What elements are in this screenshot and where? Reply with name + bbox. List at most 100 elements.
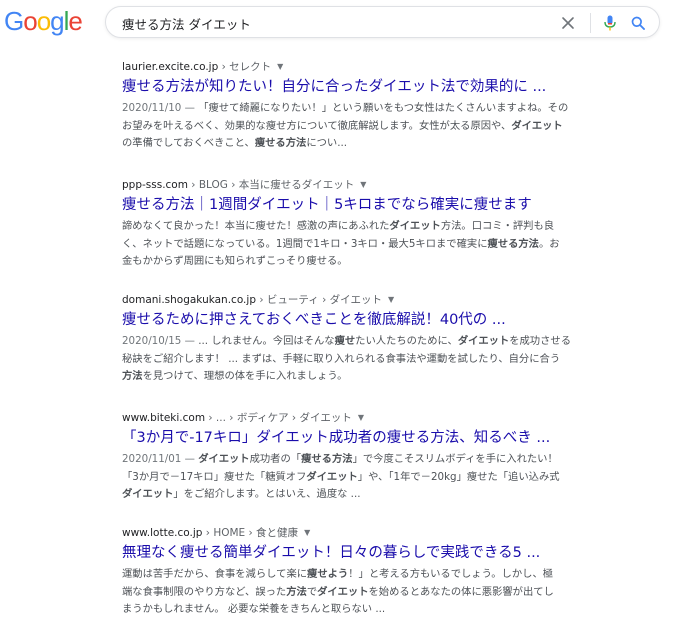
clear-button[interactable] [556,11,580,35]
snippet-text: ... しれません。今回はそんな [198,335,335,347]
snippet-text: たい人たちのために、 [355,335,458,347]
snippet-date: 2020/11/10 — [122,102,199,114]
snippet-highlight: 痩せよう [307,568,349,580]
result-url[interactable]: laurier.excite.co.jp › セレクト ▼ [122,60,602,74]
result-breadcrumb: › ... › ボディケア › ダイエット [205,412,352,424]
result-snippet: 2020/11/01 — ダイエット成功者の「痩せる方法」で今度こそスリムボディ… [122,451,602,504]
caret-down-icon[interactable]: ▼ [388,293,394,307]
snippet-text: 「痩せて綺麗になりたい！」という願いをもつ女性はたくさんいますよね。その [198,102,569,114]
snippet-text: 」で今度こそスリムボディを手に入れたい！ [352,453,558,465]
voice-search-button[interactable] [598,11,622,35]
snippet-date: 2020/11/01 — [122,453,199,465]
result-site: ppp-sss.com [122,179,188,191]
snippet-text: 秘訣をご紹介します！ ... まずは、手軽に取り入れられる食事法や運動を試したり… [122,352,561,365]
caret-down-icon[interactable]: ▼ [277,60,283,74]
snippet-text: まうかもしれません。 必要な栄養をきちんと取らない ... [122,603,386,615]
result-site: laurier.excite.co.jp [122,61,219,73]
result-breadcrumb: › BLOG › 本当に痩せるダイエット [187,179,355,191]
snippet-highlight: 方法 [122,370,143,382]
snippet-line: まうかもしれません。 必要な栄養をきちんと取らない ... [122,601,602,619]
result-title-link[interactable]: 無理なく痩せる簡単ダイエット！日々の暮らしで実践できる5 ... [122,543,602,563]
search-result: www.lotte.co.jp › HOME › 食と健康 ▼ 無理なく痩せる簡単ダ… [122,526,602,619]
snippet-text: を成功させる [509,335,571,347]
result-title-link[interactable]: 痩せるために押さえておくべきことを徹底解説！40代の ... [122,310,602,330]
result-title-link[interactable]: 痩せる方法｜1週間ダイエット｜5キロまでなら確実に痩せます [122,195,602,215]
snippet-highlight: ダイエット [457,335,510,347]
result-snippet: 諦めなくて良かった！本当に痩せた！感激の声にあふれたダイエット方法。口コミ・評判… [122,218,602,271]
snippet-line: 金もかからず周囲にも知られずこっそり痩せる。 [122,253,602,271]
snippet-text: 方法。口コミ・評判も良 [440,220,555,232]
snippet-text: 運動は苦手だから、食事を減らして楽に [122,568,308,580]
snippet-line: 方法を見つけて、理想の体を手に入れましょう。 [122,368,602,386]
logo-letter: o [23,6,38,36]
caret-down-icon[interactable]: ▼ [360,178,366,192]
snippet-line: お望みを叶えるべく、効果的な痩せ方について徹底解説します。女性が太る原因や、ダイ… [122,118,602,136]
snippet-date: 2020/10/15 — [122,335,199,347]
search-result: domani.shogakukan.co.jp › ビューティ › ダイエット ▼… [122,293,602,386]
snippet-line: く、ネットで話題になっている。1週間で1キロ・3キロ・最大5キロまで確実に痩せる… [122,236,602,254]
snippet-text: 金もかからず周囲にも知られずこっそり痩せる。 [122,255,348,267]
result-site: www.biteki.com [122,412,206,424]
logo-letter: o [36,6,52,36]
snippet-line: の準備でしておくべきこと、痩せる方法につい... [122,135,602,153]
result-snippet: 2020/10/15 — ... しれません。今回はそんな痩せたい人たちのために… [122,333,602,386]
result-breadcrumb: › ビューティ › ダイエット [255,294,382,306]
snippet-text: の準備でしておくべきこと、 [122,137,255,149]
snippet-highlight: 痩せる方法 [487,237,539,250]
google-logo[interactable]: Google [4,6,83,36]
snippet-highlight: ダイエット [389,220,441,232]
snippet-line: 2020/10/15 — ... しれません。今回はそんな痩せたい人たちのために… [122,333,602,351]
snippet-highlight: ダイエット [317,585,369,598]
caret-down-icon[interactable]: ▼ [358,411,364,425]
result-title-link[interactable]: 「3か月で-17キロ」ダイエット成功者の痩せる方法、知るべき ... [122,428,602,448]
microphone-icon [604,15,616,31]
snippet-highlight: 痩せる方法 [254,137,307,149]
caret-down-icon[interactable]: ▼ [304,526,310,540]
search-input[interactable] [122,13,542,33]
snippet-text: で [306,585,318,598]
snippet-highlight: ダイエット [122,488,174,500]
snippet-text: ！」と考える方もいるでしょう。しかし、極 [348,568,554,580]
snippet-line: 2020/11/01 — ダイエット成功者の「痩せる方法」で今度こそスリムボディ… [122,451,602,469]
result-site: www.lotte.co.jp [122,527,203,539]
snippet-highlight: 痩せる方法 [301,453,353,465]
search-result: laurier.excite.co.jp › セレクト ▼ 痩せる方法が知りたい！自… [122,60,602,153]
snippet-line: 端な食事制限のやり方など、誤った方法でダイエットを始めるとあなたの体に悪影響が出… [122,584,602,602]
snippet-text: を見つけて、理想の体を手に入れましょう。 [142,370,348,382]
result-snippet: 2020/11/10 — 「痩せて綺麗になりたい！」という願いをもつ女性はたくさ… [122,100,602,153]
search-box[interactable] [105,6,660,38]
snippet-line: 「3か月で－17キロ」痩せた「糖質オフダイエット」や、「1年で－20kg」痩せた… [122,469,602,487]
logo-letter: g [50,6,65,36]
snippet-text: 」や、「1年で－20kg」痩せた「追い込み式 [357,470,560,483]
snippet-highlight: ダイエット [198,453,250,465]
snippet-line: 諦めなくて良かった！本当に痩せた！感激の声にあふれたダイエット方法。口コミ・評判… [122,218,602,236]
search-icon [631,16,645,30]
snippet-text: 」をご紹介します。とはいえ、過度な ... [173,488,361,500]
logo-letter: e [68,6,83,36]
result-breadcrumb: › HOME › 食と健康 [202,527,299,539]
snippet-highlight: ダイエット [306,470,358,483]
logo-letter: G [4,6,24,36]
search-result: ppp-sss.com › BLOG › 本当に痩せるダイエット ▼ 痩せる方法｜1… [122,178,602,271]
snippet-text: く、ネットで話題になっている。1週間で1キロ・3キロ・最大5キロまで確実に [122,237,488,250]
header: Google [0,0,683,44]
search-button[interactable] [626,11,650,35]
snippet-text: を始めるとあなたの体に悪影響が出てし [368,585,554,598]
result-breadcrumb: › セレクト [218,61,272,73]
snippet-text: 端な食事制限のやり方など、誤った [122,585,287,598]
result-site: domani.shogakukan.co.jp [122,294,256,306]
snippet-text: につい... [306,137,348,149]
result-url[interactable]: domani.shogakukan.co.jp › ビューティ › ダイエット ▼ [122,293,602,307]
search-divider [590,13,591,33]
result-title-link[interactable]: 痩せる方法が知りたい！自分に合ったダイエット法で効果的に ... [122,77,602,97]
snippet-line: 運動は苦手だから、食事を減らして楽に痩せよう！」と考える方もいるでしょう。しかし… [122,566,602,584]
snippet-text: 。お [538,237,560,250]
search-result: www.biteki.com › ... › ボディケア › ダイエット ▼ 「3か… [122,411,602,504]
snippet-line: 秘訣をご紹介します！ ... まずは、手軽に取り入れられる食事法や運動を試したり… [122,351,602,369]
result-url[interactable]: ppp-sss.com › BLOG › 本当に痩せるダイエット ▼ [122,178,602,192]
snippet-highlight: ダイエット [511,119,563,132]
snippet-highlight: 方法 [286,585,307,598]
result-url[interactable]: www.lotte.co.jp › HOME › 食と健康 ▼ [122,526,602,540]
snippet-highlight: 痩せ [334,335,356,347]
result-url[interactable]: www.biteki.com › ... › ボディケア › ダイエット ▼ [122,411,602,425]
